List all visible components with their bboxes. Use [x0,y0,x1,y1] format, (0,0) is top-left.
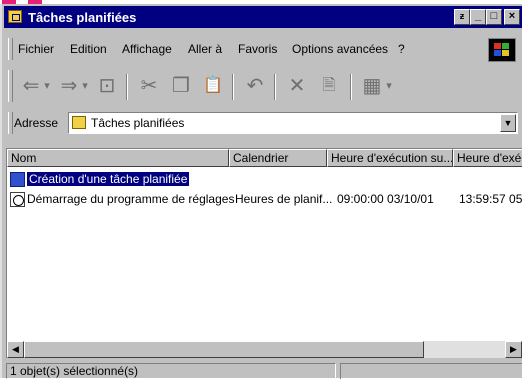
toolbar-separator [232,74,234,100]
title-bar[interactable]: Tâches planifiées ƶ _ □ × [4,6,522,28]
forward-icon[interactable]: ⇒ [58,72,80,100]
column-header-next-run[interactable]: Heure d'exécution su... [327,149,453,167]
scroll-right-button[interactable]: ▶ [505,341,522,358]
extra-button[interactable]: ƶ [454,9,470,25]
status-text: 1 objet(s) sélectionné(s) [6,363,336,379]
back-dropdown-icon[interactable]: ▾ [42,72,52,100]
menu-view[interactable]: Affichage [122,42,172,56]
cut-icon[interactable]: ✂ [136,72,162,100]
horizontal-scrollbar[interactable]: ◀ ▶ [7,341,522,358]
copy-icon[interactable]: ❐ [168,72,194,100]
toolbar: ⇐ ▾ ⇒ ▾ ⊡ ✂ ❐ 📋 ↶ ✕ 🗎 ▦ ▾ [6,66,522,106]
menu-go[interactable]: Aller à [188,42,222,56]
scheduled-tasks-folder-icon [8,10,22,23]
task-name: Démarrage du programme de réglages [27,192,235,206]
task-last-run: 13:59:57 05/ [459,192,522,206]
address-value: Tâches planifiées [91,116,185,130]
up-folder-icon[interactable]: ⊡ [94,72,120,100]
address-bar: Adresse Tâches planifiées ▼ [6,110,522,136]
views-icon[interactable]: ▦ [360,72,384,100]
column-header-schedule[interactable]: Calendrier [229,149,327,167]
views-dropdown-icon[interactable]: ▾ [384,72,394,100]
toolbar-separator [350,74,352,100]
list-item[interactable]: Création d'une tâche planifiée [7,171,522,189]
menu-help[interactable]: ? [398,42,405,56]
add-task-icon [10,172,25,187]
task-clock-icon [10,192,25,207]
status-bar: 1 objet(s) sélectionné(s) [6,362,522,380]
scroll-left-button[interactable]: ◀ [7,341,24,358]
forward-dropdown-icon[interactable]: ▾ [80,72,90,100]
list-item[interactable]: Démarrage du programme de réglages Heure… [7,191,522,209]
explorer-window: Tâches planifiées ƶ _ □ × Fichier Editio… [0,4,522,380]
paste-icon[interactable]: 📋 [200,72,226,100]
task-schedule: Heures de planif... [235,192,333,206]
column-header-name[interactable]: Nom [7,149,229,167]
address-input[interactable]: Tâches planifiées ▼ [68,112,518,134]
menu-advanced-options[interactable]: Options avancées [292,42,388,56]
scroll-thumb[interactable] [24,341,424,358]
task-next-run: 09:00:00 03/10/01 [337,192,434,206]
menu-bar: Fichier Edition Affichage Aller à Favori… [6,34,522,62]
properties-icon[interactable]: 🗎 [316,72,342,100]
minimize-button[interactable]: _ [470,9,486,25]
window-title: Tâches planifiées [28,10,137,25]
column-header-last-run[interactable]: Heure d'exéc [453,149,522,167]
scheduled-tasks-folder-icon [72,116,86,129]
toolbar-grip[interactable] [8,70,13,102]
close-button[interactable]: × [504,9,520,25]
delete-icon[interactable]: ✕ [284,72,310,100]
menu-grip[interactable] [8,38,13,60]
task-list[interactable]: Nom Calendrier Heure d'exécution su... H… [6,148,522,358]
back-icon[interactable]: ⇐ [20,72,42,100]
menu-favorites[interactable]: Favoris [238,42,277,56]
windows-logo-icon [488,38,516,62]
toolbar-separator [274,74,276,100]
toolbar-separator [126,74,128,100]
status-pane-secondary [340,363,522,379]
menu-edit[interactable]: Edition [70,42,107,56]
address-dropdown-button[interactable]: ▼ [500,114,516,132]
address-grip[interactable] [8,112,13,134]
address-label: Adresse [14,116,59,130]
undo-icon[interactable]: ↶ [242,72,268,100]
maximize-button[interactable]: □ [486,9,502,25]
task-name: Création d'une tâche planifiée [27,172,190,186]
menu-file[interactable]: Fichier [18,42,54,56]
